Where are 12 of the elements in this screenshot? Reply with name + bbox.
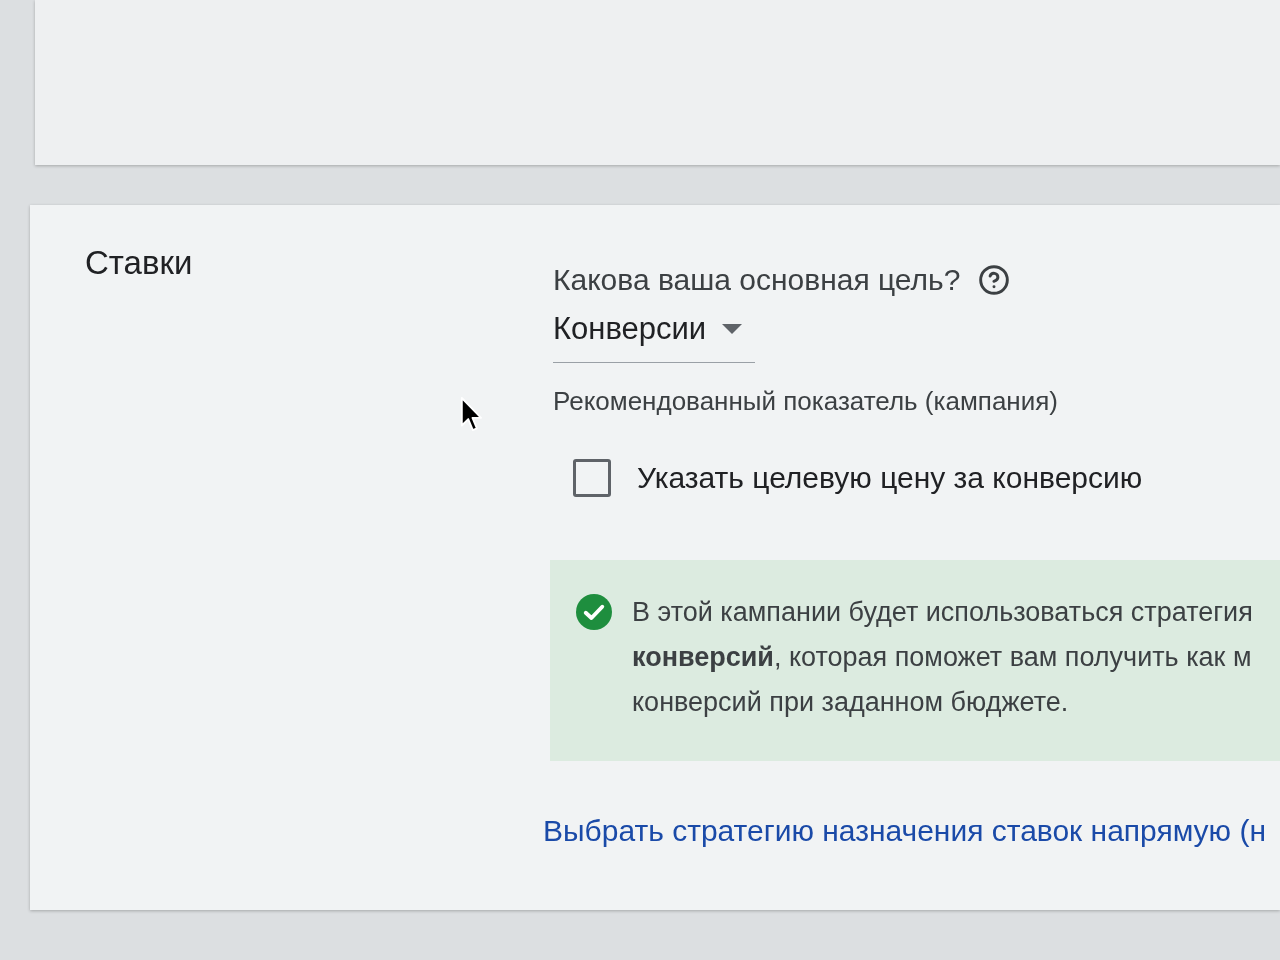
check-circle-icon bbox=[576, 594, 612, 630]
caret-icon bbox=[722, 324, 743, 334]
checkbox-label[interactable]: Указать целевую цену за конверсию bbox=[637, 460, 1143, 496]
notice-text: В этой кампании будет использоваться стратегия конверсий, которая поможет вам получить как м конверсий при заданном бюджете. bbox=[632, 596, 1253, 719]
strategy-link[interactable]: Выбрать стратегию назначения ставок напрямую (н bbox=[543, 813, 1280, 849]
checkbox[interactable] bbox=[573, 459, 611, 497]
section-title: Ставки bbox=[85, 244, 193, 281]
goal-question: Какова ваша основная цель? bbox=[553, 262, 961, 298]
help-icon[interactable] bbox=[978, 264, 1011, 296]
cursor-icon bbox=[460, 396, 482, 433]
metric-label: Рекомендованный показатель (кампания) bbox=[553, 386, 1059, 416]
goal-dropdown[interactable]: Конверсии bbox=[553, 311, 755, 363]
